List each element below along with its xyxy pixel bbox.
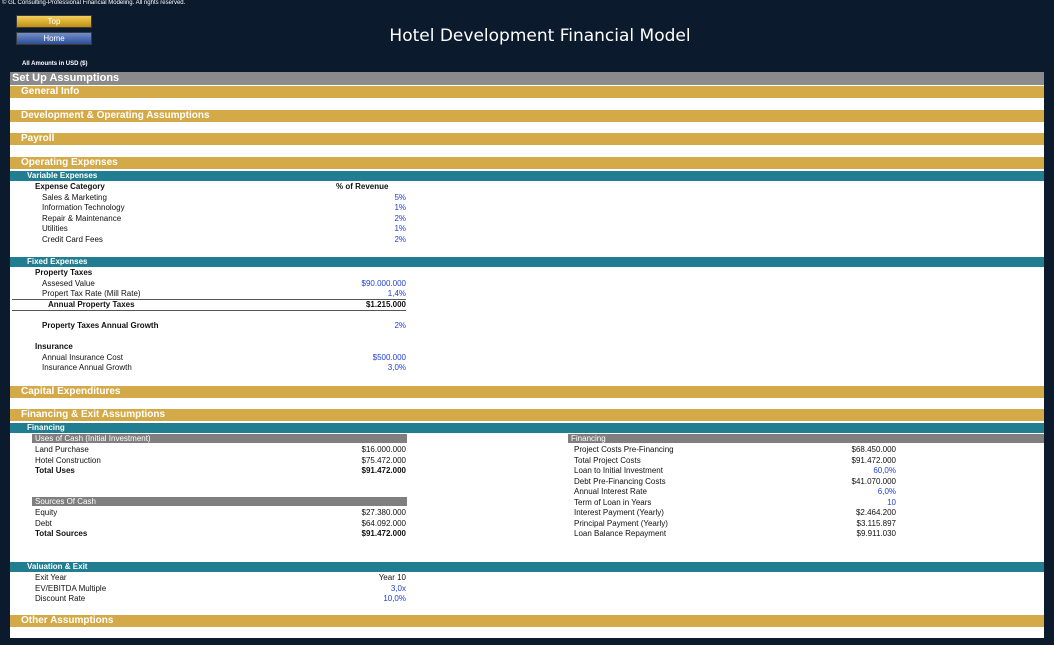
sources-of-cash-header: Sources Of Cash (32, 497, 407, 506)
insurance-cost-label: Annual Insurance Cost (42, 353, 123, 362)
financing-row-value[interactable]: 6,0% (806, 487, 896, 497)
home-button[interactable]: Home (16, 32, 92, 45)
tax-rate-label: Propert Tax Rate (Mill Rate) (42, 289, 141, 298)
sources-row-value: $91.472.000 (361, 529, 407, 538)
expense-value[interactable]: 1% (346, 224, 406, 234)
section-capital-expenditures[interactable]: Capital Expenditures (10, 386, 1044, 398)
divider (12, 310, 406, 311)
financing-row-label: Loan Balance Repayment (574, 529, 667, 538)
subsection-valuation-exit: Valuation & Exit (10, 562, 1044, 572)
sources-row-value: $27.380.000 (361, 508, 407, 517)
top-button[interactable]: Top (16, 15, 92, 28)
column-header-expense-category: Expense Category (35, 182, 105, 191)
valuation-row-label: Discount Rate (35, 594, 86, 603)
financing-row-value: $91.472.000 (851, 456, 897, 465)
financing-row-value: $41.070.000 (851, 477, 897, 486)
financing-row-label: Project Costs Pre-Financing (574, 445, 674, 454)
expense-label: Repair & Maintenance (42, 214, 122, 223)
financing-row-label: Loan to Initial Investment (574, 466, 663, 475)
annual-property-taxes-label: Annual Property Taxes (48, 300, 135, 309)
expense-label: Utilities (42, 224, 68, 233)
subsection-fixed-expenses: Fixed Expenses (10, 257, 1044, 267)
annual-property-taxes-value: $1.215.000 (365, 300, 406, 309)
assessed-value[interactable]: $90.000.000 (326, 279, 407, 289)
copyright-notice: © GL Consulting-Professional Financial M… (2, 0, 186, 6)
financing-row-label: Debt Pre-Financing Costs (574, 477, 666, 486)
financing-row-value: $68.450.000 (851, 445, 897, 454)
valuation-row-label: EV/EBITDA Multiple (35, 584, 107, 593)
property-taxes-heading: Property Taxes (35, 268, 93, 277)
uses-row-value: $91.472.000 (361, 466, 407, 475)
insurance-cost-value[interactable]: $500.000 (326, 353, 406, 363)
subsection-financing: Financing (10, 423, 1044, 433)
section-operating-expenses[interactable]: Operating Expenses (10, 157, 1044, 169)
tax-rate-value[interactable]: 1,4% (326, 289, 406, 299)
section-financing-exit[interactable]: Financing & Exit Assumptions (10, 409, 1044, 421)
expense-value[interactable]: 2% (346, 214, 406, 224)
valuation-row-value: Year 10 (378, 573, 406, 582)
insurance-growth-label: Insurance Annual Growth (42, 363, 132, 372)
page-title: Hotel Development Financial Model (389, 26, 691, 46)
section-general-info[interactable]: General Info (10, 86, 1044, 98)
subsection-variable-expenses: Variable Expenses (10, 171, 1044, 181)
financing-row-label: Principal Payment (Yearly) (574, 519, 668, 528)
uses-row-label: Land Purchase (35, 445, 89, 454)
expense-label: Information Technology (42, 203, 125, 212)
sources-row-value: $64.092.000 (361, 519, 407, 528)
financing-summary-header: Financing (568, 434, 1044, 443)
currency-note: All Amounts in USD ($) (22, 61, 88, 67)
valuation-row-label: Exit Year (35, 573, 67, 582)
tax-growth-value[interactable]: 2% (326, 321, 406, 331)
uses-row-label: Total Uses (35, 466, 75, 475)
expense-value[interactable]: 1% (346, 203, 406, 213)
assessed-value-label: Assesed Value (42, 279, 95, 288)
section-payroll[interactable]: Payroll (10, 133, 1044, 145)
financing-row-label: Term of Loan in Years (574, 498, 652, 507)
tax-growth-label: Property Taxes Annual Growth (42, 321, 159, 330)
valuation-row-value[interactable]: 10,0% (326, 594, 406, 604)
sources-row-label: Total Sources (35, 529, 88, 538)
financing-row-value[interactable]: 10 (806, 498, 896, 508)
expense-label: Sales & Marketing (42, 193, 107, 202)
expense-value[interactable]: 5% (346, 193, 406, 203)
expense-label: Credit Card Fees (42, 235, 103, 244)
uses-of-cash-header: Uses of Cash (Initial Investment) (32, 434, 407, 443)
insurance-growth-value[interactable]: 3,0% (326, 363, 406, 373)
expense-value[interactable]: 2% (346, 235, 406, 245)
sources-row-label: Debt (35, 519, 52, 528)
section-setup-assumptions: Set Up Assumptions (10, 72, 1044, 85)
financing-row-label: Annual Interest Rate (574, 487, 647, 496)
sources-row-label: Equity (35, 508, 58, 517)
uses-row-label: Hotel Construction (35, 456, 101, 465)
assumptions-sheet: Set Up Assumptions General Info Developm… (10, 72, 1044, 638)
financing-row-value: $9.911.030 (856, 529, 896, 538)
uses-row-value: $16.000.000 (361, 445, 407, 454)
financing-row-value: $3.115.897 (856, 519, 896, 528)
section-other-assumptions[interactable]: Other Assumptions (10, 615, 1044, 627)
valuation-row-value[interactable]: 3,0x (326, 584, 406, 594)
uses-row-value: $75.472.000 (361, 456, 407, 465)
insurance-heading: Insurance (35, 342, 73, 351)
financing-row-value[interactable]: 60,0% (806, 466, 896, 476)
section-development-operating[interactable]: Development & Operating Assumptions (10, 110, 1044, 122)
financing-row-label: Interest Payment (Yearly) (574, 508, 664, 517)
column-header-pct-revenue: % of Revenue (336, 182, 389, 191)
financing-row-value: $2.464.200 (855, 508, 896, 517)
financing-row-label: Total Project Costs (574, 456, 641, 465)
